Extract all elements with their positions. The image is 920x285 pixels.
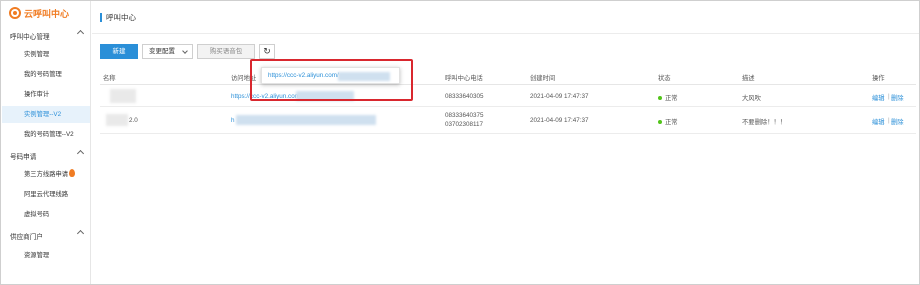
sidebar-group-label: 号码申请 bbox=[10, 154, 37, 161]
sidebar-item-label: 第三方线路申请 bbox=[24, 171, 69, 178]
col-status: 状态 bbox=[658, 75, 671, 82]
sidebar-group-call-center[interactable]: 呼叫中心管理 bbox=[10, 29, 85, 41]
new-button[interactable]: 新建 bbox=[100, 44, 138, 59]
col-description: 描述 bbox=[742, 75, 755, 82]
sidebar-group-supplier-portal[interactable]: 供应商门户 bbox=[10, 229, 85, 241]
phone-number: 08333640375 bbox=[445, 112, 484, 119]
app-logo[interactable]: 云呼叫中心 bbox=[9, 6, 69, 20]
chevron-up-icon bbox=[76, 229, 85, 238]
table-row: https://ccc-v2.aliyun.com/ 08333640305 2… bbox=[100, 86, 916, 107]
chevron-up-icon bbox=[76, 29, 85, 38]
redacted-url bbox=[236, 115, 376, 125]
status-dot-icon bbox=[658, 120, 662, 124]
col-phone: 呼叫中心电话 bbox=[445, 75, 483, 82]
sidebar-group-number-apply[interactable]: 号码申请 bbox=[10, 149, 85, 161]
main-content: 呼叫中心 新建 变更配置 购买语音包 ↻ 名称 访问地址 呼叫中心电话 创建时间… bbox=[92, 1, 919, 284]
phone-number: 03702308117 bbox=[445, 121, 484, 128]
annotation-highlight-box bbox=[250, 59, 413, 101]
table-header: 名称 访问地址 呼叫中心电话 创建时间 状态 描述 操作 bbox=[100, 69, 916, 85]
access-url-link[interactable]: h bbox=[231, 117, 235, 124]
created-time: 2021-04-09 17:47:37 bbox=[530, 93, 589, 100]
col-name: 名称 bbox=[103, 75, 116, 82]
sidebar-group-label: 供应商门户 bbox=[10, 234, 43, 241]
redacted-name bbox=[110, 89, 136, 103]
status-badge: 正常 bbox=[658, 117, 678, 126]
sidebar-item-instances-v2[interactable]: 实例管理--V2 bbox=[2, 106, 90, 123]
edit-link[interactable]: 编辑 bbox=[872, 93, 885, 102]
sidebar: 云呼叫中心 呼叫中心管理 实例管理 我的号码管理 操作审计 实例管理--V2 我… bbox=[1, 1, 91, 284]
sidebar-item-my-numbers[interactable]: 我的号码管理 bbox=[2, 66, 90, 83]
sidebar-item-instances[interactable]: 实例管理 bbox=[2, 46, 90, 63]
sidebar-item-virtual-number[interactable]: 虚拟号码 bbox=[2, 206, 90, 223]
sidebar-item-my-numbers-v2[interactable]: 我的号码管理--V2 bbox=[2, 126, 90, 143]
separator: | bbox=[888, 117, 890, 124]
change-config-label: 变更配置 bbox=[149, 48, 175, 55]
divider bbox=[92, 33, 919, 34]
created-time: 2021-04-09 17:47:37 bbox=[530, 117, 589, 124]
redacted-name bbox=[106, 114, 128, 126]
change-config-dropdown[interactable]: 变更配置 bbox=[142, 44, 193, 59]
sidebar-item-audit[interactable]: 操作审计 bbox=[2, 86, 90, 103]
sidebar-group-label: 呼叫中心管理 bbox=[10, 34, 50, 41]
description: 不要删除！！！ bbox=[742, 119, 787, 126]
page-title: 呼叫中心 bbox=[100, 13, 136, 22]
table-row: 2.0 h 08333640375 03702308117 2021-04-09… bbox=[100, 107, 916, 134]
phone-number: 08333640305 bbox=[445, 93, 484, 100]
delete-link[interactable]: 删除 bbox=[891, 117, 904, 126]
sidebar-item-resource-management[interactable]: 资源管理 bbox=[2, 247, 90, 264]
col-created: 创建时间 bbox=[530, 75, 556, 82]
refresh-icon: ↻ bbox=[263, 46, 271, 56]
separator: | bbox=[888, 93, 890, 100]
fire-icon bbox=[69, 169, 76, 177]
chevron-down-icon bbox=[182, 48, 188, 54]
description: 大风吹 bbox=[742, 95, 761, 102]
buy-voice-package-button[interactable]: 购买语音包 bbox=[197, 44, 255, 59]
instance-name: 2.0 bbox=[129, 117, 138, 124]
edit-link[interactable]: 编辑 bbox=[872, 117, 885, 126]
toolbar: 新建 变更配置 购买语音包 ↻ bbox=[100, 44, 275, 59]
col-actions: 操作 bbox=[872, 75, 885, 82]
cloud-call-logo-icon bbox=[9, 7, 21, 19]
refresh-button[interactable]: ↻ bbox=[259, 44, 275, 59]
sidebar-item-third-party-line[interactable]: 第三方线路申请 bbox=[2, 166, 90, 183]
sidebar-item-aliyun-proxy-line[interactable]: 阿里云代理线路 bbox=[2, 186, 90, 203]
chevron-up-icon bbox=[76, 149, 85, 158]
status-dot-icon bbox=[658, 96, 662, 100]
delete-link[interactable]: 删除 bbox=[891, 93, 904, 102]
status-badge: 正常 bbox=[658, 93, 678, 102]
logo-text: 云呼叫中心 bbox=[24, 8, 70, 19]
